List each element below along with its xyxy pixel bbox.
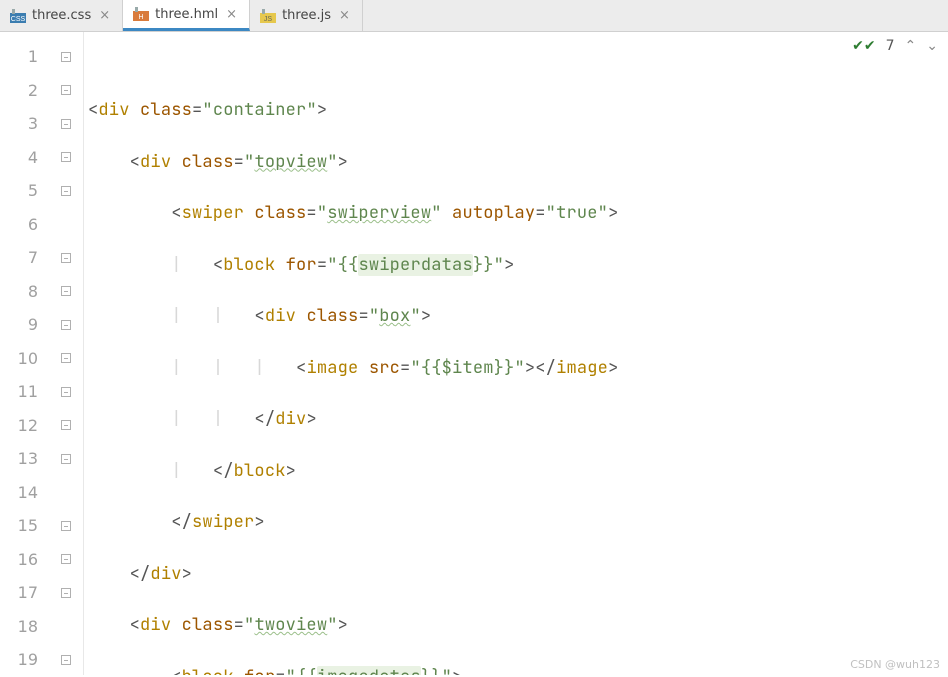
fold-gutter (48, 32, 84, 675)
line-number: 4 (0, 141, 48, 175)
fold-marker[interactable] (48, 275, 83, 309)
tab-three-css[interactable]: CSS three.css × (0, 0, 123, 31)
line-number: 17 (0, 576, 48, 610)
fold-marker[interactable] (48, 141, 83, 175)
svg-text:H: H (139, 14, 144, 21)
fold-marker[interactable] (48, 409, 83, 443)
chevron-up-icon[interactable]: ⌃ (905, 38, 917, 54)
line-number: 7 (0, 241, 48, 275)
code-line: | | | <image src="{{$item}}"></image> (84, 352, 948, 386)
fold-marker[interactable] (48, 643, 83, 677)
fold-marker[interactable] (48, 74, 83, 108)
line-number: 5 (0, 174, 48, 208)
line-number: 2 (0, 74, 48, 108)
line-number: 1 (0, 40, 48, 74)
tab-label: three.js (282, 8, 331, 23)
watermark: CSDN @wuh123 (850, 658, 940, 671)
line-number: 18 (0, 610, 48, 644)
line-number: 10 (0, 342, 48, 376)
fold-marker[interactable] (48, 107, 83, 141)
line-number: 11 (0, 375, 48, 409)
close-icon[interactable]: × (97, 8, 112, 23)
code-line: <div class="topview"> (84, 146, 948, 180)
line-number-gutter: 1 2 3 4 5 6 7 8 9 10 11 12 13 14 15 16 1… (0, 32, 48, 675)
line-number: 3 (0, 107, 48, 141)
close-icon[interactable]: × (224, 7, 239, 22)
fold-marker (48, 476, 83, 510)
hml-file-icon: H (133, 7, 149, 21)
tab-bar: CSS three.css × H three.hml × JS three.j… (0, 0, 948, 32)
code-line: | </block> (84, 455, 948, 489)
fold-marker (48, 208, 83, 242)
line-number: 6 (0, 208, 48, 242)
fold-marker[interactable] (48, 241, 83, 275)
line-number: 15 (0, 509, 48, 543)
tab-three-hml[interactable]: H three.hml × (123, 0, 250, 31)
fold-marker[interactable] (48, 40, 83, 74)
line-number: 16 (0, 543, 48, 577)
svg-text:JS: JS (264, 16, 273, 23)
code-editor[interactable]: 1 2 3 4 5 6 7 8 9 10 11 12 13 14 15 16 1… (0, 32, 948, 675)
line-number: 12 (0, 409, 48, 443)
fold-marker[interactable] (48, 375, 83, 409)
problems-indicator[interactable]: ✔✔ 7 ⌃ ⌄ (852, 38, 938, 54)
code-line: <swiper class="swiperview" autoplay="tru… (84, 197, 948, 231)
code-line: </swiper> (84, 506, 948, 540)
close-icon[interactable]: × (337, 8, 352, 23)
line-number: 14 (0, 476, 48, 510)
line-number: 19 (0, 643, 48, 677)
code-line: <div class="container"> (84, 94, 948, 128)
fold-marker (48, 610, 83, 644)
line-number: 13 (0, 442, 48, 476)
css-file-icon: CSS (10, 9, 26, 23)
tab-label: three.css (32, 8, 91, 23)
fold-marker[interactable] (48, 342, 83, 376)
fold-marker[interactable] (48, 543, 83, 577)
code-line: | | <div class="box"> (84, 300, 948, 334)
fold-marker[interactable] (48, 509, 83, 543)
svg-text:CSS: CSS (11, 16, 26, 23)
code-line: <div class="twoview"> (84, 609, 948, 643)
code-line: | | </div> (84, 403, 948, 437)
check-icon: ✔✔ (852, 38, 875, 54)
tab-label: three.hml (155, 7, 218, 22)
fold-marker[interactable] (48, 308, 83, 342)
code-area[interactable]: ✔✔ 7 ⌃ ⌄ <div class="container"> <div cla… (84, 32, 948, 675)
fold-marker[interactable] (48, 442, 83, 476)
chevron-down-icon[interactable]: ⌄ (926, 38, 938, 54)
fold-marker[interactable] (48, 576, 83, 610)
tab-three-js[interactable]: JS three.js × (250, 0, 363, 31)
code-line: <block for="{{imagedatas}}"> (84, 661, 948, 676)
js-file-icon: JS (260, 9, 276, 23)
code-line: </div> (84, 558, 948, 592)
line-number: 9 (0, 308, 48, 342)
problems-count: 7 (886, 38, 895, 54)
code-line: | <block for="{{swiperdatas}}"> (84, 249, 948, 283)
line-number: 8 (0, 275, 48, 309)
fold-marker[interactable] (48, 174, 83, 208)
